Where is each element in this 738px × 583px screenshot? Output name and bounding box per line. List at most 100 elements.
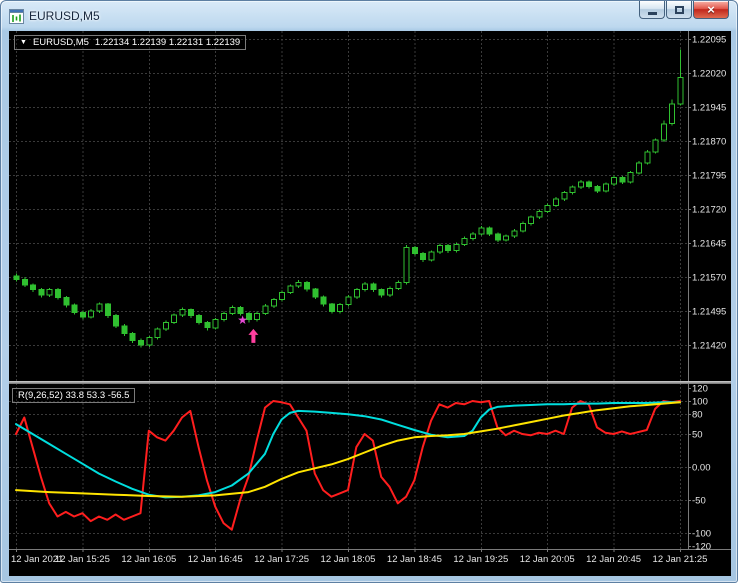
candlestick <box>504 234 509 241</box>
candlestick <box>512 229 517 238</box>
candlestick <box>122 324 127 336</box>
candlestick <box>421 252 426 262</box>
candlestick <box>578 180 583 189</box>
candlestick <box>197 314 202 324</box>
time-axis-label[interactable]: 12 Jan 21:25 <box>653 554 708 565</box>
candlestick <box>661 121 666 142</box>
candlestick <box>670 99 675 125</box>
price-axis-label[interactable]: 1.21945 <box>692 103 726 114</box>
candlestick <box>479 226 484 236</box>
price-axis-label[interactable]: 1.21495 <box>692 307 726 318</box>
price-axis-label[interactable]: 1.21420 <box>692 341 726 352</box>
indicator-axis-label[interactable]: 0.00 <box>692 463 711 474</box>
candlestick <box>105 303 110 318</box>
time-axis-label[interactable]: 12 Jan 15:25 <box>55 554 110 565</box>
indicator-axis-label[interactable]: 120 <box>692 383 708 394</box>
time-axis-label[interactable]: 12 Jan 20:45 <box>586 554 641 565</box>
candlestick <box>537 210 542 220</box>
price-axis-label[interactable]: 1.21795 <box>692 171 726 182</box>
candlestick <box>130 332 135 343</box>
candlestick <box>396 281 401 291</box>
time-axis-label[interactable]: 12 Jan 18:05 <box>321 554 376 565</box>
candlestick <box>14 273 19 281</box>
candlestick <box>172 313 177 324</box>
candlestick <box>487 227 492 237</box>
window-controls: × <box>638 1 729 19</box>
indicator-axis-label[interactable]: 80 <box>692 410 703 421</box>
candlestick <box>230 306 235 316</box>
star-marker[interactable]: ★ <box>237 313 248 327</box>
candlestick <box>188 308 193 318</box>
price-axis-label[interactable]: 1.21720 <box>692 205 726 216</box>
ohlc-readout: ▼ EURUSD,M5 1.22134 1.22139 1.22131 1.22… <box>14 35 246 50</box>
candlestick <box>139 339 144 348</box>
time-axis-label[interactable]: 12 Jan 16:05 <box>121 554 176 565</box>
candlestick <box>454 243 459 253</box>
price-axis-label[interactable]: 1.21645 <box>692 239 726 250</box>
candlestick <box>412 246 417 256</box>
candlestick <box>446 244 451 253</box>
maximize-button[interactable] <box>666 1 692 19</box>
panel-splitter[interactable] <box>9 381 731 384</box>
indicator-axis-label[interactable]: -50 <box>692 496 706 507</box>
close-button[interactable]: × <box>693 1 729 19</box>
candlestick <box>554 197 559 207</box>
candlestick <box>587 180 592 188</box>
candlestick <box>628 171 633 184</box>
candlestick <box>31 283 36 292</box>
candlestick <box>288 284 293 294</box>
candlestick <box>570 185 575 194</box>
grid <box>9 31 688 549</box>
price-axis-label[interactable]: 1.22020 <box>692 69 726 80</box>
candlestick <box>313 288 318 299</box>
candlestick <box>637 161 642 175</box>
indicator-axis-label[interactable]: -120 <box>692 542 711 553</box>
candlestick <box>338 303 343 314</box>
axis-labels: 1.22095 1.22020 1.21945 1.21870 1.21795 1.217… <box>11 35 726 566</box>
time-axis-label[interactable]: 12 Jan 18:45 <box>387 554 442 565</box>
candlestick <box>163 321 168 331</box>
axes <box>9 31 731 552</box>
candlestick <box>89 309 94 319</box>
candles-layer <box>14 49 683 347</box>
price-axis-label[interactable]: 1.21570 <box>692 273 726 284</box>
ohlc-values: 1.22134 1.22139 1.22131 1.22139 <box>95 37 240 48</box>
candlestick <box>346 295 351 306</box>
candlestick <box>595 185 600 193</box>
indicator-axis-label[interactable]: 100 <box>692 397 708 408</box>
indicator-axis-label[interactable]: 50 <box>692 430 703 441</box>
candlestick <box>72 303 77 314</box>
candlestick <box>437 244 442 254</box>
time-axis-label[interactable]: 12 Jan 17:25 <box>254 554 309 565</box>
chart-window: EURUSD,M5 × ★ 1.22095 1.22020 1.21945 1.2187… <box>0 0 738 583</box>
symbol-dropdown-icon[interactable]: ▼ <box>20 39 27 46</box>
chart-window-icon <box>9 9 24 24</box>
candlestick <box>329 303 334 314</box>
time-axis-label[interactable]: 12 Jan 19:25 <box>453 554 508 565</box>
time-axis-label[interactable]: 12 Jan 16:45 <box>188 554 243 565</box>
candlestick <box>429 250 434 261</box>
candlestick <box>64 296 69 307</box>
candlestick <box>155 327 160 339</box>
candlestick <box>612 176 617 186</box>
candlestick <box>263 304 268 315</box>
price-axis-label[interactable]: 1.21870 <box>692 137 726 148</box>
indicator-label: R(9,26,52) 33.8 53.3 -56.5 <box>12 388 135 403</box>
window-title: EURUSD,M5 <box>29 9 100 23</box>
price-axis-label[interactable]: 1.22095 <box>692 35 726 46</box>
candlestick <box>147 336 152 347</box>
time-axis-label[interactable]: 12 Jan 20:05 <box>520 554 575 565</box>
candlestick <box>97 302 102 312</box>
indicator-axis-label[interactable]: -100 <box>692 529 711 540</box>
minimize-button[interactable] <box>639 1 665 19</box>
candlestick <box>280 291 285 302</box>
candlestick <box>305 281 310 291</box>
candlestick <box>213 318 218 330</box>
candlestick <box>222 312 227 322</box>
candlestick <box>180 307 185 317</box>
chart-canvas[interactable]: ★ 1.22095 1.22020 1.21945 1.21870 1.21795 1.21… <box>9 31 731 576</box>
titlebar[interactable]: EURUSD,M5 × <box>1 1 737 31</box>
candlestick <box>529 215 534 225</box>
arrow-up-marker[interactable] <box>248 329 258 343</box>
candlestick <box>653 138 658 153</box>
